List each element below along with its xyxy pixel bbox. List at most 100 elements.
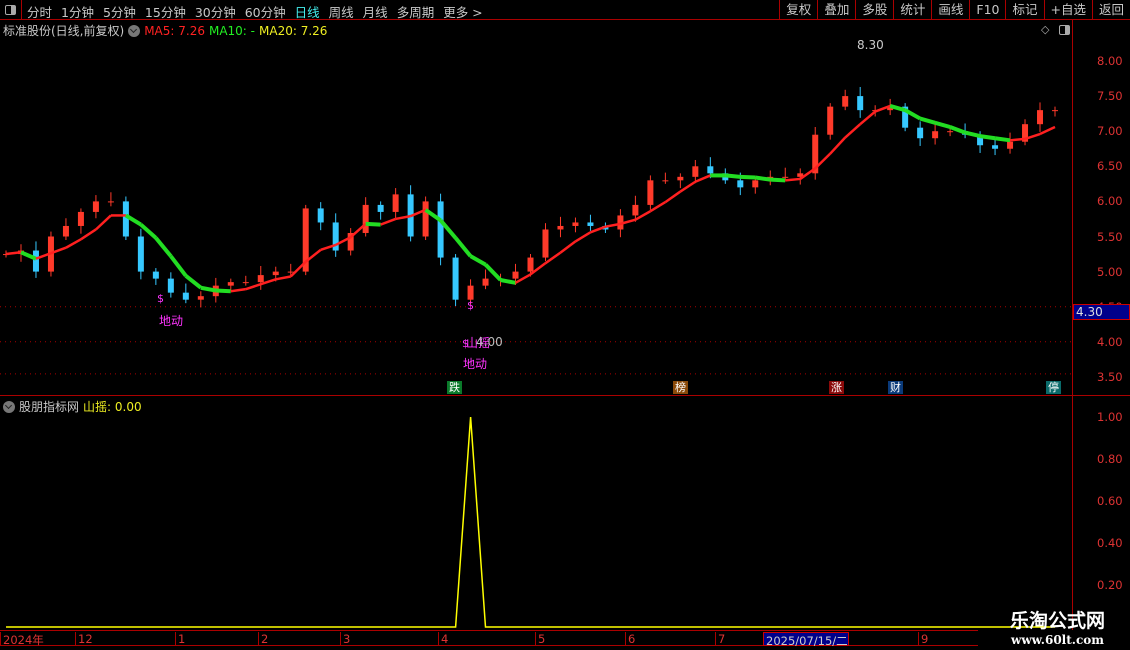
ma-line-segment xyxy=(664,190,682,204)
ma-line-segment xyxy=(740,174,756,180)
low-price-label: 4.00 xyxy=(476,335,503,349)
candle xyxy=(662,180,669,182)
indicator-tick: 0.60 xyxy=(1097,494,1123,508)
candle xyxy=(752,180,759,188)
candle xyxy=(482,278,489,286)
indicator-tick: 0.80 xyxy=(1097,452,1123,466)
candle xyxy=(77,211,84,226)
ma-line-segment xyxy=(469,254,487,267)
indicator-tick: 0.20 xyxy=(1097,578,1123,592)
candle xyxy=(857,96,864,111)
ma-line-segment xyxy=(964,130,981,139)
ma-line-segment xyxy=(5,251,22,256)
candle xyxy=(362,204,369,233)
price-tick: 7.50 xyxy=(1097,89,1123,104)
date-label: 5 xyxy=(535,632,545,646)
ma-line-segment xyxy=(725,173,741,179)
ma-line-segment xyxy=(365,221,381,227)
ma-line-segment xyxy=(829,136,847,155)
candle xyxy=(257,275,264,283)
date-label: 12 xyxy=(75,632,93,646)
candle xyxy=(317,208,324,223)
candle xyxy=(632,204,639,216)
date-label: 3 xyxy=(340,632,350,646)
date-label: 4 xyxy=(438,632,448,646)
candle xyxy=(1052,110,1058,112)
dropdown-icon[interactable] xyxy=(3,400,15,413)
marker-bang[interactable]: 榜 xyxy=(673,381,688,394)
pane-divider xyxy=(0,395,1130,396)
candle xyxy=(182,292,189,300)
candle xyxy=(947,131,954,133)
watermark-url: www.60lt.com xyxy=(1011,633,1104,647)
ma-line-segment xyxy=(919,116,936,125)
ma-line-segment xyxy=(934,120,951,129)
price-tick: 6.00 xyxy=(1097,194,1123,209)
ma-line-segment xyxy=(230,287,246,293)
ma-line-segment xyxy=(844,123,862,139)
marker-cai[interactable]: 财 xyxy=(888,381,903,394)
candle xyxy=(137,236,144,272)
candle xyxy=(1037,110,1044,125)
ma-line-segment xyxy=(80,228,97,241)
price-tick: 8.00 xyxy=(1097,54,1123,68)
ma-line-segment xyxy=(154,236,173,258)
high-price-label: 8.30 xyxy=(857,38,884,52)
candle xyxy=(227,282,234,286)
candle xyxy=(452,257,459,300)
candle xyxy=(677,176,684,181)
ma-line-segment xyxy=(454,236,473,258)
marker-zhang[interactable]: 涨 xyxy=(829,381,844,394)
candle xyxy=(542,229,549,258)
candle xyxy=(527,257,534,272)
ma-line-segment xyxy=(785,177,801,182)
candle xyxy=(422,201,429,237)
candle xyxy=(197,296,204,300)
candle xyxy=(737,180,744,188)
toolbar-button[interactable]: 返回 xyxy=(1091,0,1130,20)
candle xyxy=(512,271,519,279)
marker-ting[interactable]: 停 xyxy=(1046,381,1061,394)
price-tick: 4.00 xyxy=(1097,334,1123,349)
ma-line-segment xyxy=(770,177,786,183)
watermark-name: 乐淘公式网 xyxy=(1009,610,1105,632)
candle xyxy=(152,271,159,279)
ma-line-segment xyxy=(574,231,592,243)
ma-line-segment xyxy=(755,175,771,182)
signal-text: 地动 xyxy=(159,314,184,328)
signal-text: 地动 xyxy=(463,357,488,371)
ma-line-segment xyxy=(169,254,188,278)
signal-dollar: $ xyxy=(467,299,474,312)
date-axis: 2024年 12 1 2 3 4 5 6 7 2025/07/15/二 9 xyxy=(0,630,978,648)
ma-line-segment xyxy=(679,180,697,193)
candle xyxy=(647,180,654,205)
date-label: 2025/07/15/二 xyxy=(763,632,849,648)
candle xyxy=(167,278,174,293)
ma-line-segment xyxy=(65,238,82,249)
marker-die[interactable]: 跌 xyxy=(447,381,462,394)
ma-line-segment xyxy=(500,278,516,285)
date-label: 2024年 xyxy=(0,632,44,647)
ma-line-segment xyxy=(979,134,996,141)
candle xyxy=(992,145,999,149)
ma-line-segment xyxy=(200,285,217,293)
candle xyxy=(242,282,249,284)
candle xyxy=(32,250,39,272)
candle xyxy=(572,222,579,226)
price-tick: 6.50 xyxy=(1097,159,1123,174)
price-cursor-label: 4.30 xyxy=(1073,304,1130,320)
ma-line-segment xyxy=(559,240,577,254)
price-tick: 5.00 xyxy=(1097,264,1123,279)
candle xyxy=(917,127,924,139)
candle xyxy=(827,106,834,135)
indicator-line xyxy=(6,416,1055,628)
indicator-value: 山摇: 0.00 xyxy=(83,400,142,414)
candle xyxy=(287,271,294,273)
ma-line-segment xyxy=(1039,125,1056,136)
candle xyxy=(557,225,564,230)
candle xyxy=(932,131,939,139)
watermark: 乐淘公式网 www.60lt.com xyxy=(985,606,1130,650)
ma-line-segment xyxy=(184,274,203,290)
date-label: 7 xyxy=(715,632,725,646)
date-label: 6 xyxy=(625,632,635,646)
